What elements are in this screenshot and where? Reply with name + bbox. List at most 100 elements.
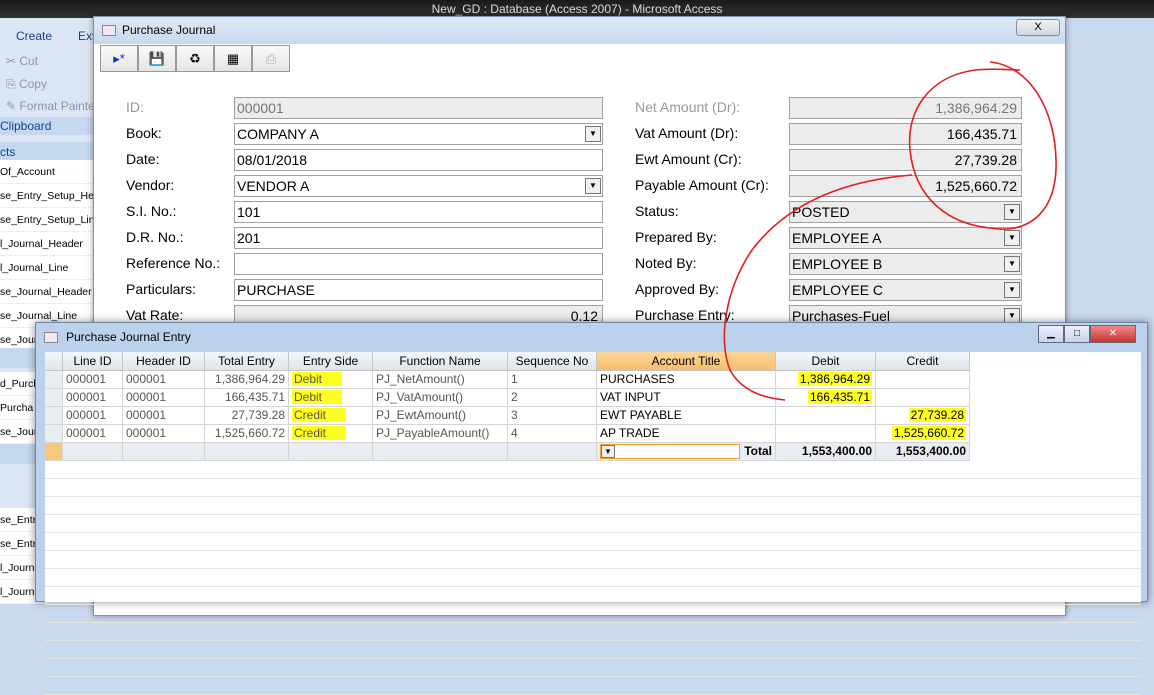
grid-cell[interactable] [776, 425, 876, 443]
nav-item[interactable]: se_Journal_Header [0, 280, 95, 304]
copy-button[interactable]: ⎘ Copy [0, 77, 47, 92]
format-painter-button[interactable]: ✎ Format Painter [0, 99, 99, 113]
nav-item[interactable]: l_Journal_Line [0, 256, 95, 280]
close-button[interactable]: ✕ [1090, 325, 1136, 343]
chevron-down-icon[interactable]: ▼ [1004, 204, 1020, 220]
grid-cell[interactable]: PJ_PayableAmount() [373, 425, 508, 443]
delete-button[interactable]: ♻ [176, 45, 214, 72]
field-label: Noted By: [635, 255, 697, 271]
grid-cell[interactable]: PJ_EwtAmount() [373, 407, 508, 425]
subform-title-bar[interactable]: Purchase Journal Entry [36, 323, 1147, 351]
nav-pane-header: cts [0, 142, 95, 162]
grid-cell[interactable]: Debit [289, 389, 373, 407]
grid-cell[interactable]: PJ_VatAmount() [373, 389, 508, 407]
column-header[interactable]: Debit [776, 352, 876, 371]
grid-cell[interactable]: AP TRADE [597, 425, 776, 443]
nav-item[interactable]: se_Entry_Setup_Lin [0, 208, 95, 232]
dropdown-field[interactable]: EMPLOYEE B ▼ [789, 253, 1022, 275]
grid-cell[interactable]: Credit [289, 425, 373, 443]
maximize-button[interactable]: □ [1064, 325, 1090, 343]
grid-cell[interactable]: 1 [508, 371, 597, 389]
minimize-button[interactable]: ▁ [1038, 325, 1064, 343]
grid-cell[interactable] [876, 389, 970, 407]
row-selector[interactable] [45, 371, 63, 389]
grid-cell[interactable]: 000001 [123, 371, 205, 389]
grid-cell[interactable]: 27,739.28 [205, 407, 289, 425]
text-field[interactable]: 1,386,964.29 [789, 97, 1022, 119]
grid-cell[interactable]: 1,525,660.72 [205, 425, 289, 443]
table-icon: ▦ [226, 51, 240, 66]
grid-cell[interactable]: 000001 [63, 407, 123, 425]
nav-item[interactable]: se_Entry_Setup_He [0, 184, 95, 208]
grid-cell[interactable]: 3 [508, 407, 597, 425]
grid-cell[interactable] [876, 371, 970, 389]
grid-cell[interactable]: VAT INPUT [597, 389, 776, 407]
text-field[interactable]: 27,739.28 [789, 149, 1022, 171]
grid-cell[interactable]: 1,386,964.29 [776, 371, 876, 389]
grid-cell[interactable]: 4 [508, 425, 597, 443]
print-button[interactable]: ⎙ [252, 45, 290, 72]
text-field[interactable]: PURCHASE [234, 279, 603, 301]
text-field[interactable]: 101 [234, 201, 603, 223]
tab-create[interactable]: Create [16, 29, 52, 43]
row-selector[interactable] [45, 425, 63, 443]
grid-cell[interactable]: 166,435.71 [776, 389, 876, 407]
dropdown-field[interactable]: POSTED ▼ [789, 201, 1022, 223]
grid-cell[interactable]: 000001 [63, 425, 123, 443]
grid-cell[interactable]: 1,525,660.72 [876, 425, 970, 443]
dropdown-field[interactable]: VENDOR A ▼ [234, 175, 603, 197]
grid-cell[interactable]: 000001 [123, 389, 205, 407]
chevron-down-icon[interactable]: ▼ [601, 445, 615, 458]
nav-item[interactable]: Of_Account [0, 160, 95, 184]
grid-cell[interactable]: PJ_NetAmount() [373, 371, 508, 389]
column-header[interactable]: Entry Side [289, 352, 373, 371]
text-field[interactable]: 08/01/2018 [234, 149, 603, 171]
column-header[interactable]: Function Name [373, 352, 508, 371]
grid-cell[interactable]: 000001 [63, 389, 123, 407]
row-selector[interactable] [45, 407, 63, 425]
dropdown-field[interactable]: EMPLOYEE C ▼ [789, 279, 1022, 301]
new-record-button[interactable]: ▸* [100, 45, 138, 72]
grid-cell[interactable]: 000001 [123, 407, 205, 425]
text-field[interactable] [234, 253, 603, 275]
select-all-cell[interactable] [45, 352, 63, 371]
grid-cell[interactable]: Debit [289, 371, 373, 389]
column-header[interactable]: Header ID [123, 352, 205, 371]
datasheet-button[interactable]: ▦ [214, 45, 252, 72]
close-button[interactable]: X [1016, 19, 1060, 36]
column-header[interactable]: Line ID [63, 352, 123, 371]
dropdown-field[interactable]: COMPANY A ▼ [234, 123, 603, 145]
grid-cell[interactable]: 166,435.71 [205, 389, 289, 407]
chevron-down-icon[interactable]: ▼ [1004, 282, 1020, 298]
dropdown-field[interactable]: EMPLOYEE A ▼ [789, 227, 1022, 249]
column-header[interactable]: Sequence No [508, 352, 597, 371]
column-header[interactable]: Account Title [597, 352, 776, 371]
save-button[interactable]: 💾 [138, 45, 176, 72]
text-field[interactable]: 201 [234, 227, 603, 249]
chevron-down-icon[interactable]: ▼ [1004, 230, 1020, 246]
column-header[interactable]: Total Entry [205, 352, 289, 371]
window-title-bar[interactable]: Purchase Journal [94, 17, 1065, 44]
grid-cell[interactable]: 000001 [123, 425, 205, 443]
grid-cell[interactable]: 1,386,964.29 [205, 371, 289, 389]
empty-grid-line [45, 551, 1141, 569]
grid-cell[interactable]: PURCHASES [597, 371, 776, 389]
column-header[interactable]: Credit [876, 352, 970, 371]
row-selector[interactable] [45, 389, 63, 407]
grid-cell[interactable]: EWT PAYABLE [597, 407, 776, 425]
cut-button[interactable]: ✂ Cut [0, 54, 38, 68]
nav-item[interactable]: l_Journal_Header [0, 232, 95, 256]
text-field[interactable]: 166,435.71 [789, 123, 1022, 145]
chevron-down-icon[interactable]: ▼ [585, 126, 601, 142]
grid-cell[interactable] [776, 407, 876, 425]
grid-cell[interactable]: 000001 [63, 371, 123, 389]
text-field[interactable]: 000001 [234, 97, 603, 119]
grid-cell[interactable]: Credit [289, 407, 373, 425]
total-combo[interactable]: ▼ [600, 444, 740, 459]
chevron-down-icon[interactable]: ▼ [1004, 256, 1020, 272]
new-row-selector[interactable] [45, 443, 63, 461]
grid-cell[interactable]: 2 [508, 389, 597, 407]
text-field[interactable]: 1,525,660.72 [789, 175, 1022, 197]
chevron-down-icon[interactable]: ▼ [585, 178, 601, 194]
grid-cell[interactable]: 27,739.28 [876, 407, 970, 425]
